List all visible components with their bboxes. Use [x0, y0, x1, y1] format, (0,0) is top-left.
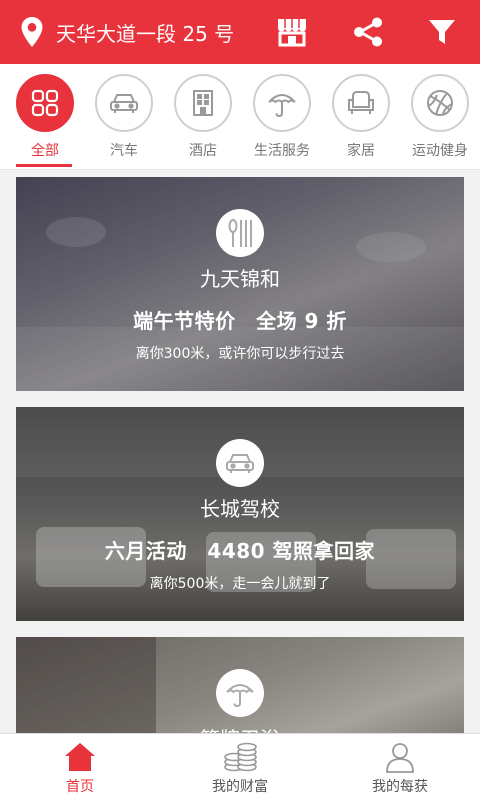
merchant-name: 九天锦和	[200, 267, 280, 291]
tab-label: 首页	[66, 779, 94, 795]
car-icon	[95, 74, 153, 132]
user-icon	[382, 740, 418, 774]
distance-text: 离你500米，走一会儿就到了	[149, 576, 331, 592]
category-car[interactable]: 汽车	[84, 74, 164, 168]
category-hotel[interactable]: 酒店	[163, 74, 243, 168]
tab-my-wealth[interactable]: 我的财富	[160, 734, 320, 800]
bottom-nav: 首页 我的财富 我的每获	[0, 733, 480, 800]
umbrella-icon	[216, 669, 264, 717]
car-icon	[216, 439, 264, 487]
location-pin-icon[interactable]	[20, 16, 44, 48]
shop-icon[interactable]	[274, 14, 310, 50]
category-sports[interactable]: 运动健身	[400, 74, 480, 168]
category-label: 生活服务	[254, 143, 310, 159]
category-label: 汽车	[110, 143, 138, 159]
category-label: 家居	[347, 143, 375, 159]
armchair-icon	[332, 74, 390, 132]
category-label: 全部	[31, 143, 59, 159]
building-icon	[174, 74, 232, 132]
tab-label: 我的财富	[212, 779, 268, 795]
umbrella-icon	[253, 74, 311, 132]
top-bar: 天华大道一段 25 号	[0, 0, 480, 64]
promo-text: 六月活动 4480 驾照拿回家	[104, 539, 376, 563]
home-icon	[62, 740, 98, 774]
category-bar: 全部 汽车 酒店 生活服务 家居 运动健身	[0, 64, 480, 170]
tab-my-gains[interactable]: 我的每获	[320, 734, 480, 800]
category-all[interactable]: 全部	[5, 74, 85, 168]
promo-text: 端午节特价 全场 9 折	[133, 309, 347, 333]
category-label: 运动健身	[412, 143, 468, 159]
tab-home[interactable]: 首页	[0, 734, 160, 800]
share-icon[interactable]	[350, 14, 386, 50]
tab-label: 我的每获	[372, 779, 428, 795]
basketball-icon	[411, 74, 469, 132]
merchant-card[interactable]: 长城驾校 六月活动 4480 驾照拿回家 离你500米，走一会儿就到了	[16, 407, 464, 621]
grid-icon	[16, 74, 74, 132]
filter-icon[interactable]	[424, 14, 460, 50]
active-category-indicator	[16, 164, 72, 167]
category-label: 酒店	[189, 143, 217, 159]
coins-icon	[222, 740, 258, 774]
merchant-name: 长城驾校	[200, 497, 280, 521]
location-text[interactable]: 天华大道一段 25 号	[56, 18, 234, 47]
category-life-service[interactable]: 生活服务	[242, 74, 322, 168]
distance-text: 离你300米，或许你可以步行过去	[135, 346, 345, 362]
merchant-card[interactable]: 九天锦和 端午节特价 全场 9 折 离你300米，或许你可以步行过去	[16, 177, 464, 391]
category-home[interactable]: 家居	[321, 74, 401, 168]
utensils-icon	[216, 209, 264, 257]
